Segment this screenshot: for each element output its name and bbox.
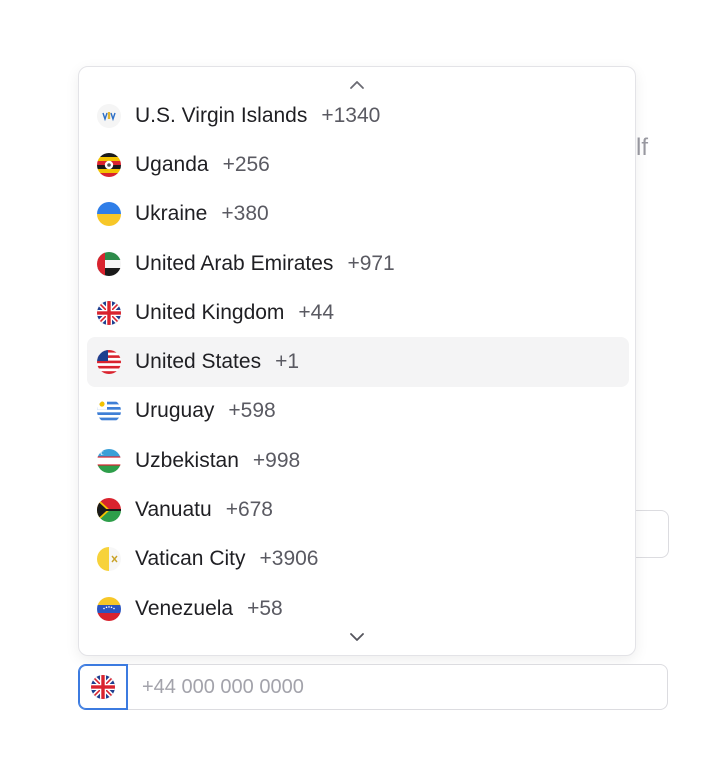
country-list: U.S. Virgin Islands +1340 Uganda +256 Uk…: [87, 91, 629, 633]
country-dropdown: U.S. Virgin Islands +1340 Uganda +256 Uk…: [78, 66, 636, 656]
country-option-us-virgin-islands[interactable]: U.S. Virgin Islands +1340: [87, 91, 629, 140]
country-name: Venezuela: [135, 596, 234, 620]
uy-flag-icon: [97, 399, 121, 424]
phone-number-field: [78, 664, 668, 710]
country-option-ukraine[interactable]: Ukraine +380: [87, 190, 629, 239]
phone-number-input[interactable]: [128, 664, 668, 710]
dial-code: +1340: [321, 103, 381, 127]
dial-code: +971: [347, 251, 395, 275]
background-partial-label: lf: [636, 134, 648, 161]
country-option-united-states[interactable]: United States +1: [87, 337, 629, 387]
ug-flag-icon: [97, 152, 121, 177]
country-name: United Kingdom: [135, 300, 285, 324]
ae-flag-icon: [97, 251, 121, 276]
country-name: United Arab Emirates: [135, 251, 334, 275]
chevron-down-icon: [350, 633, 364, 641]
dial-code: +1: [275, 350, 300, 374]
dial-code: +598: [228, 399, 276, 423]
gb-flag-icon: [91, 675, 115, 699]
ua-flag-icon: [97, 202, 121, 227]
dial-code: +678: [225, 498, 273, 522]
dial-code: +256: [222, 152, 270, 176]
country-option-uae[interactable]: United Arab Emirates +971: [87, 239, 629, 288]
dial-code: +998: [252, 448, 301, 472]
country-option-uzbekistan[interactable]: Uzbekistan +998: [87, 436, 629, 485]
country-name: Ukraine: [135, 202, 208, 226]
vu-flag-icon: [97, 498, 121, 523]
country-option-united-kingdom[interactable]: United Kingdom +44: [87, 288, 629, 337]
gb-flag-icon: [97, 300, 121, 325]
ve-flag-icon: [97, 596, 121, 621]
va-flag-icon: [97, 547, 121, 572]
us-flag-icon: [97, 350, 121, 375]
dial-code: +3906: [259, 547, 319, 571]
uz-flag-icon: [97, 448, 121, 473]
country-selector-button[interactable]: [78, 664, 128, 710]
country-option-vanuatu[interactable]: Vanuatu +678: [87, 485, 629, 534]
country-name: Uzbekistan: [135, 448, 239, 472]
scroll-down-button[interactable]: [79, 625, 635, 649]
country-name: U.S. Virgin Islands: [135, 103, 308, 127]
country-option-uruguay[interactable]: Uruguay +598: [87, 387, 629, 436]
dial-code: +44: [298, 300, 335, 324]
country-name: Vanuatu: [135, 498, 212, 522]
country-name: Vatican City: [135, 547, 246, 571]
dial-code: +380: [221, 202, 269, 226]
country-option-vatican-city[interactable]: Vatican City +3906: [87, 535, 629, 584]
country-name: Uruguay: [135, 399, 215, 423]
country-option-uganda[interactable]: Uganda +256: [87, 140, 629, 189]
dial-code: +58: [247, 596, 283, 620]
vi-flag-icon: [97, 103, 121, 128]
chevron-up-icon: [350, 81, 364, 89]
country-name: Uganda: [135, 152, 209, 176]
country-name: United States: [135, 350, 262, 374]
